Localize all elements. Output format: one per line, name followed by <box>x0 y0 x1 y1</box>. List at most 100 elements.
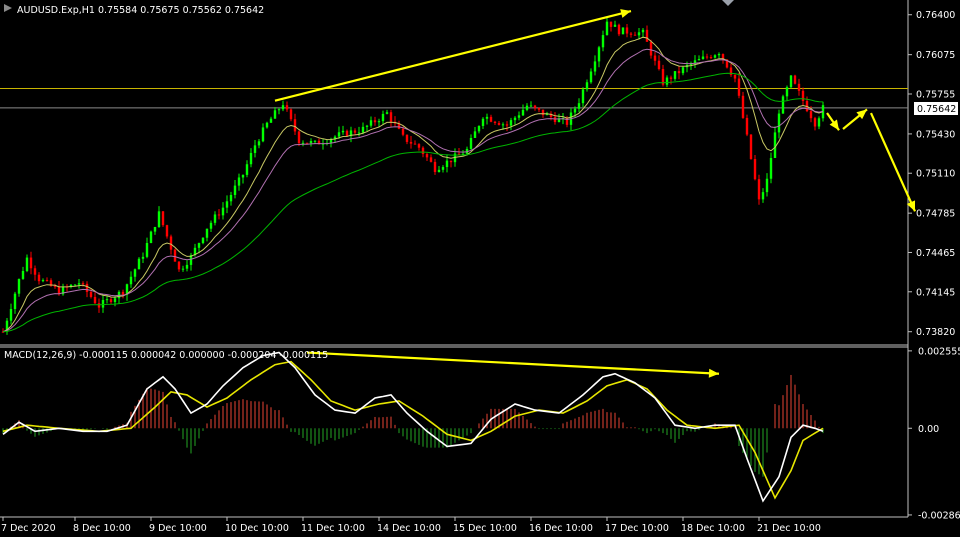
candle-body <box>705 56 709 58</box>
candle-body <box>413 143 417 145</box>
candle-body <box>201 237 205 244</box>
time-tick-label: 8 Dec 10:00 <box>73 523 131 534</box>
candle-body <box>85 283 89 292</box>
candle-body <box>145 242 149 257</box>
time-tick-label: 16 Dec 10:00 <box>529 523 593 534</box>
candle-body <box>625 27 629 34</box>
candle-body <box>733 74 737 79</box>
candle-body <box>301 142 305 144</box>
time-tick-label: 11 Dec 10:00 <box>301 523 365 534</box>
candle-body <box>273 110 277 119</box>
candle-body <box>745 117 749 135</box>
candle-body <box>297 131 301 144</box>
candle-body <box>77 283 81 285</box>
price-tick-label: 0.76400 <box>916 10 955 21</box>
candle-body <box>801 90 805 101</box>
chart-background <box>0 0 960 537</box>
candle-body <box>133 269 137 277</box>
candle-body <box>653 55 657 61</box>
candle-body <box>793 75 797 84</box>
candle-body <box>813 118 817 127</box>
candle-body <box>421 147 425 155</box>
candle-body <box>73 284 77 286</box>
macd-tick-label: 0.00 <box>918 424 939 435</box>
candle-body <box>229 194 233 202</box>
candle-body <box>485 116 489 119</box>
candle-body <box>665 77 669 85</box>
candle-body <box>785 87 789 97</box>
chart-canvas[interactable]: 0.76400 0.76075 0.75755 0.75430 0.75110 0.747… <box>0 0 960 537</box>
candle-body <box>669 77 673 79</box>
candle-body <box>589 71 593 83</box>
candle-body <box>253 145 257 153</box>
candle-body <box>633 34 637 36</box>
candle-body <box>521 109 525 116</box>
candle-body <box>289 109 293 120</box>
candle-body <box>89 291 93 297</box>
candle-body <box>113 298 117 303</box>
candle-body <box>477 125 481 132</box>
candle-body <box>277 109 281 111</box>
candle-body <box>641 29 645 33</box>
candle-body <box>649 41 653 56</box>
time-tick-label: 17 Dec 10:00 <box>605 523 669 534</box>
time-tick-label: 7 Dec 2020 <box>1 523 56 534</box>
candle-body <box>769 158 773 179</box>
candle-body <box>25 257 29 272</box>
candle-body <box>241 174 245 178</box>
candle-body <box>93 296 97 304</box>
candle-body <box>441 167 445 170</box>
candle-body <box>757 179 761 200</box>
price-tick-label: 0.74465 <box>916 248 955 259</box>
candle-body <box>741 95 745 118</box>
candle-body <box>749 134 753 160</box>
candle-body <box>609 21 613 27</box>
candle-body <box>141 256 145 259</box>
candle-body <box>357 132 361 134</box>
candle-body <box>429 157 433 162</box>
candle-body <box>373 120 377 123</box>
candle-body <box>617 24 621 35</box>
candle-body <box>425 154 429 158</box>
candle-body <box>445 160 449 168</box>
candle-body <box>417 144 421 148</box>
candle-body <box>257 141 261 146</box>
candle-body <box>505 124 509 126</box>
candle-body <box>9 309 13 321</box>
candle-body <box>401 128 405 135</box>
candle-body <box>677 71 681 74</box>
candle-body <box>157 211 161 227</box>
candle-body <box>97 303 101 308</box>
candle-body <box>781 96 785 114</box>
candle-body <box>701 56 705 59</box>
candle-body <box>313 140 317 142</box>
candle-body <box>169 236 173 250</box>
macd-tick-label: 0.002555 <box>918 346 960 357</box>
candle-body <box>457 153 461 155</box>
candle-body <box>197 243 201 248</box>
price-tick-label: 0.75755 <box>916 89 955 100</box>
price-tick-label: 0.74785 <box>916 209 955 220</box>
candle-body <box>109 299 113 303</box>
candle-body <box>269 118 273 123</box>
time-tick-label: 10 Dec 10:00 <box>225 523 289 534</box>
candle-body <box>381 113 385 122</box>
time-tick-label: 21 Dec 10:00 <box>757 523 821 534</box>
candle-body <box>309 141 313 144</box>
candle-body <box>181 268 185 270</box>
time-tick-label: 9 Dec 10:00 <box>149 523 207 534</box>
candle-body <box>389 112 393 122</box>
candle-body <box>621 27 625 35</box>
candle-body <box>365 125 369 127</box>
candle-body <box>761 192 765 200</box>
price-tick-label: 0.75110 <box>916 169 955 180</box>
candle-body <box>377 121 381 123</box>
candle-body <box>517 115 521 118</box>
candle-body <box>629 33 633 35</box>
candle-body <box>285 105 289 110</box>
macd-info: MACD(12,26,9) -0.000115 0.000042 0.00000… <box>4 350 328 361</box>
candle-body <box>817 118 821 127</box>
candle-body <box>293 119 297 132</box>
price-tick-label: 0.73820 <box>916 327 955 338</box>
candle-body <box>153 226 157 232</box>
